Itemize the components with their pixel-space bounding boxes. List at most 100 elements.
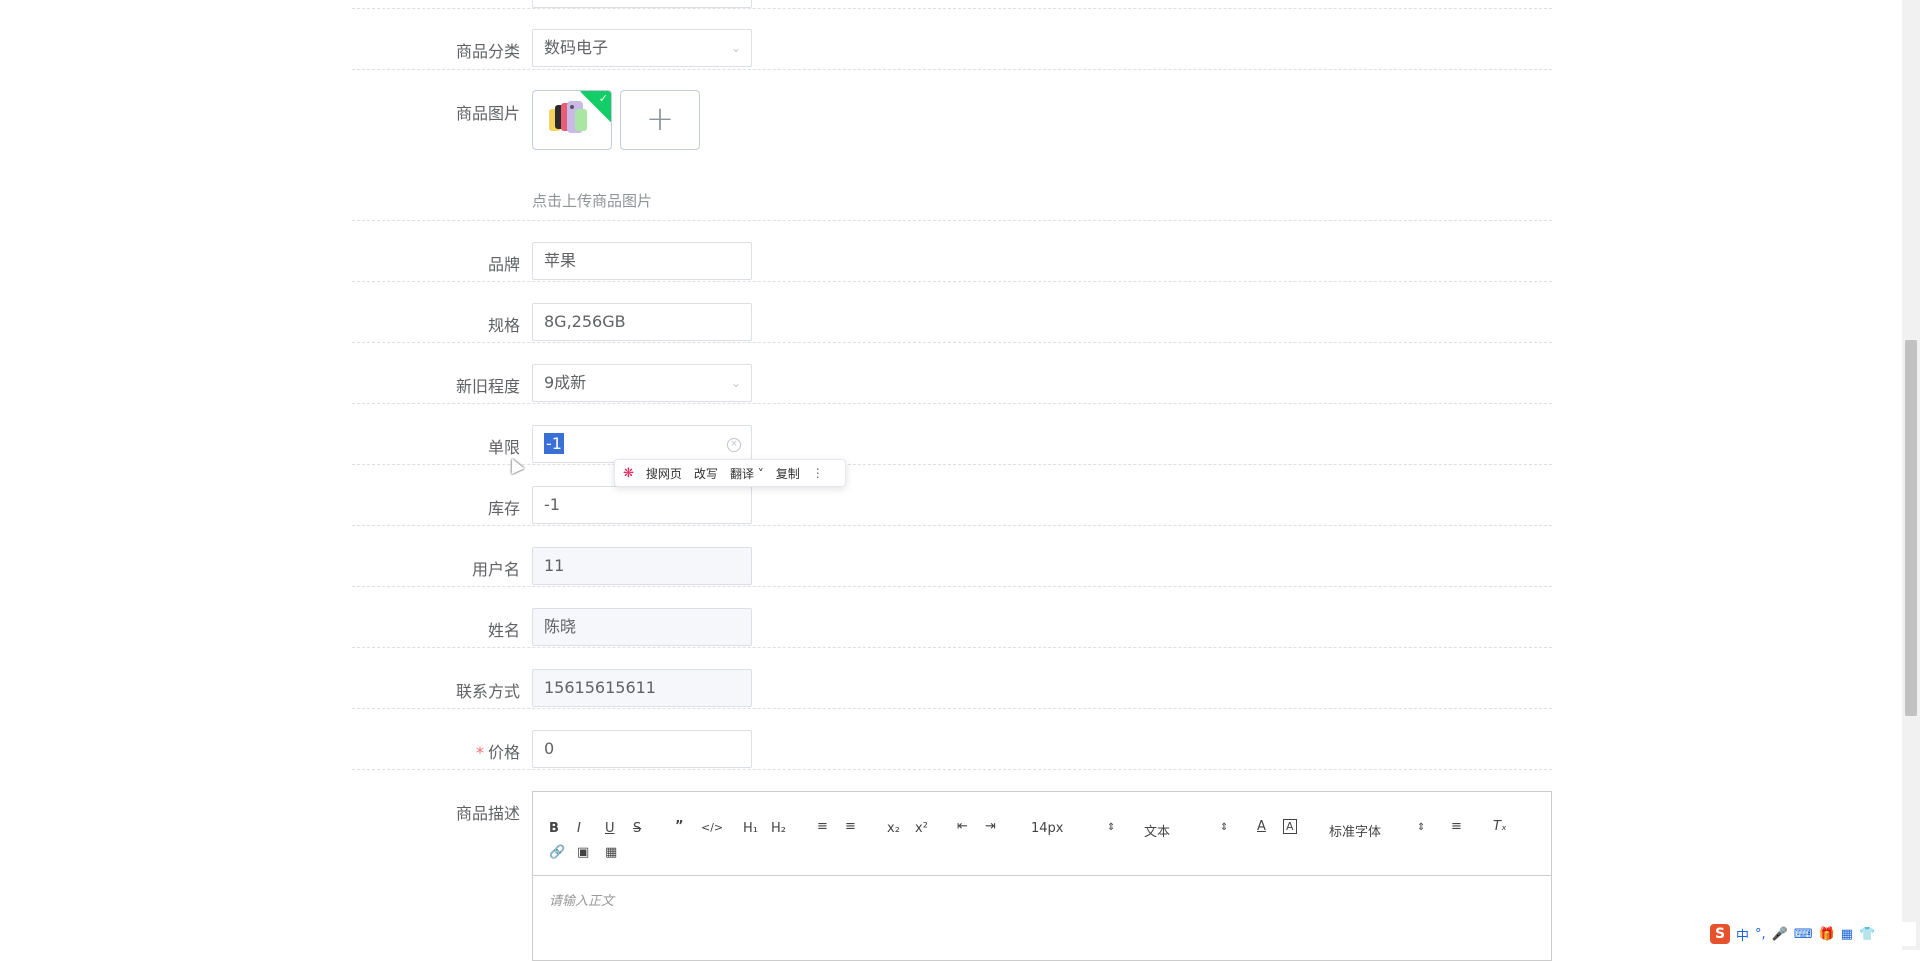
category-label: 商品分类	[455, 42, 520, 61]
bullet-list-icon[interactable]: ≡	[845, 819, 856, 834]
grid-icon[interactable]: ▦	[1841, 927, 1853, 942]
sogou-ime-icon[interactable]: S	[1710, 924, 1730, 944]
underline-icon[interactable]: U	[605, 821, 615, 836]
keyboard-icon[interactable]: ⌨	[1794, 927, 1813, 942]
mouse-cursor-icon	[505, 455, 525, 475]
chevron-down-icon: ˅	[753, 466, 764, 481]
spec-value: 8G,256GB	[544, 312, 626, 331]
copy-button[interactable]: 复制	[776, 465, 800, 482]
ordered-list-icon[interactable]: ≡	[817, 819, 828, 834]
chevron-down-icon: ⌄	[730, 376, 741, 390]
clear-format-icon[interactable]: Tₓ	[1493, 819, 1507, 834]
username-label: 用户名	[471, 560, 520, 579]
superscript-icon[interactable]: x²	[915, 821, 928, 836]
page-scrollbar[interactable]	[1902, 0, 1920, 950]
gift-icon[interactable]: 🎁	[1819, 927, 1835, 942]
condition-value: 9成新	[544, 373, 587, 392]
divider	[352, 464, 1552, 465]
divider	[352, 708, 1552, 709]
italic-icon[interactable]: I	[577, 821, 581, 836]
clear-icon[interactable]: ×	[727, 438, 741, 452]
condition-select[interactable]: 9成新 ⌄	[532, 364, 752, 402]
translate-label: 翻译	[729, 466, 754, 481]
limit-input[interactable]: -1 ×	[532, 425, 752, 463]
code-icon[interactable]: </>	[701, 821, 723, 834]
price-input[interactable]: 0	[532, 730, 752, 768]
strikethrough-icon[interactable]: S	[633, 821, 641, 836]
font-color-icon[interactable]: A	[1257, 819, 1266, 834]
divider	[352, 403, 1552, 404]
phone-input[interactable]: 15615615611	[532, 669, 752, 707]
block-type-select[interactable]: 文本 ⇕	[1144, 821, 1232, 840]
bold-icon[interactable]: B	[549, 821, 559, 836]
divider	[352, 220, 1552, 221]
category-value: 数码电子	[544, 38, 609, 57]
phone-label: 联系方式	[455, 682, 520, 701]
username-input[interactable]: 11	[532, 547, 752, 585]
translate-button[interactable]: 翻译 ˅	[730, 465, 764, 482]
background-color-icon[interactable]: A	[1283, 819, 1297, 834]
ime-toolbar: S 中 °, 🎤 ⌨ 🎁 ▦ 👕	[1706, 922, 1916, 946]
description-editor[interactable]: B I U S ” </> H₁ H₂ ≡ ≡ x₂ x² ⇤ ⇥ 14px ⇕…	[532, 791, 1552, 961]
divider	[352, 281, 1552, 282]
limit-value: -1	[544, 433, 564, 454]
description-label: 商品描述	[455, 804, 520, 823]
blockquote-icon[interactable]: ”	[675, 819, 684, 834]
skin-icon[interactable]: 👕	[1859, 927, 1875, 942]
divider	[352, 8, 1552, 9]
ime-punctuation[interactable]: °,	[1755, 927, 1766, 942]
name-label: 姓名	[487, 621, 520, 640]
font-family-select[interactable]: 标准字体 ⇕	[1329, 821, 1427, 840]
sort-icon: ⇕	[1107, 822, 1116, 833]
search-web-button[interactable]: 搜网页	[646, 465, 682, 482]
scrollbar-thumb[interactable]	[1905, 340, 1917, 716]
font-size-select[interactable]: 14px ⇕	[1031, 821, 1119, 836]
brand-label: 品牌	[487, 255, 520, 274]
microphone-icon[interactable]: 🎤	[1772, 927, 1788, 942]
stock-label: 库存	[487, 499, 520, 518]
ime-mode[interactable]: 中	[1736, 925, 1749, 944]
name-value: 陈晓	[544, 617, 577, 636]
spec-input[interactable]: 8G,256GB	[532, 303, 752, 341]
brand-value: 苹果	[544, 251, 577, 270]
price-label: * 价格	[370, 739, 520, 763]
phone-value: 15615615611	[544, 678, 656, 697]
required-mark: *	[475, 743, 484, 762]
more-icon[interactable]: ⋮	[812, 466, 824, 480]
block-type-value: 文本	[1144, 825, 1171, 840]
stock-value: -1	[544, 495, 560, 514]
font-family-value: 标准字体	[1329, 825, 1382, 840]
divider	[352, 525, 1552, 526]
brand-input[interactable]: 苹果	[532, 242, 752, 280]
sort-icon: ⇕	[1417, 822, 1426, 833]
phone-image-icon	[549, 101, 587, 133]
heading2-icon[interactable]: H₂	[771, 821, 786, 836]
editor-toolbar: B I U S ” </> H₁ H₂ ≡ ≡ x₂ x² ⇤ ⇥ 14px ⇕…	[533, 792, 1551, 876]
top-cutoff-input[interactable]	[532, 0, 752, 8]
uploaded-image-thumbnail[interactable]: ✓	[532, 90, 612, 150]
image-icon[interactable]: ▣	[577, 845, 589, 860]
outdent-icon[interactable]: ⇤	[957, 819, 968, 834]
category-select[interactable]: 数码电子 ⌄	[532, 29, 752, 67]
upload-hint: 点击上传商品图片	[532, 192, 653, 210]
heading1-icon[interactable]: H₁	[743, 821, 758, 836]
divider	[352, 342, 1552, 343]
link-icon[interactable]: 🔗	[549, 845, 565, 860]
rewrite-button[interactable]: 改写	[694, 465, 718, 482]
username-value: 11	[544, 556, 565, 575]
limit-label: 单限	[487, 438, 520, 457]
name-input[interactable]: 陈晓	[532, 608, 752, 646]
divider	[352, 586, 1552, 587]
chevron-down-icon: ⌄	[730, 41, 741, 55]
font-size-value: 14px	[1031, 821, 1064, 836]
video-icon[interactable]: ▦	[605, 845, 617, 860]
align-left-icon[interactable]: ≡	[1451, 819, 1462, 834]
add-image-button[interactable]: +	[620, 90, 700, 150]
indent-icon[interactable]: ⇥	[985, 819, 996, 834]
divider	[352, 647, 1552, 648]
stock-input[interactable]: -1	[532, 486, 752, 524]
editor-placeholder: 请输入正文	[549, 894, 615, 909]
subscript-icon[interactable]: x₂	[887, 821, 900, 836]
check-icon: ✓	[598, 92, 608, 105]
sort-icon: ⇕	[1220, 822, 1229, 833]
